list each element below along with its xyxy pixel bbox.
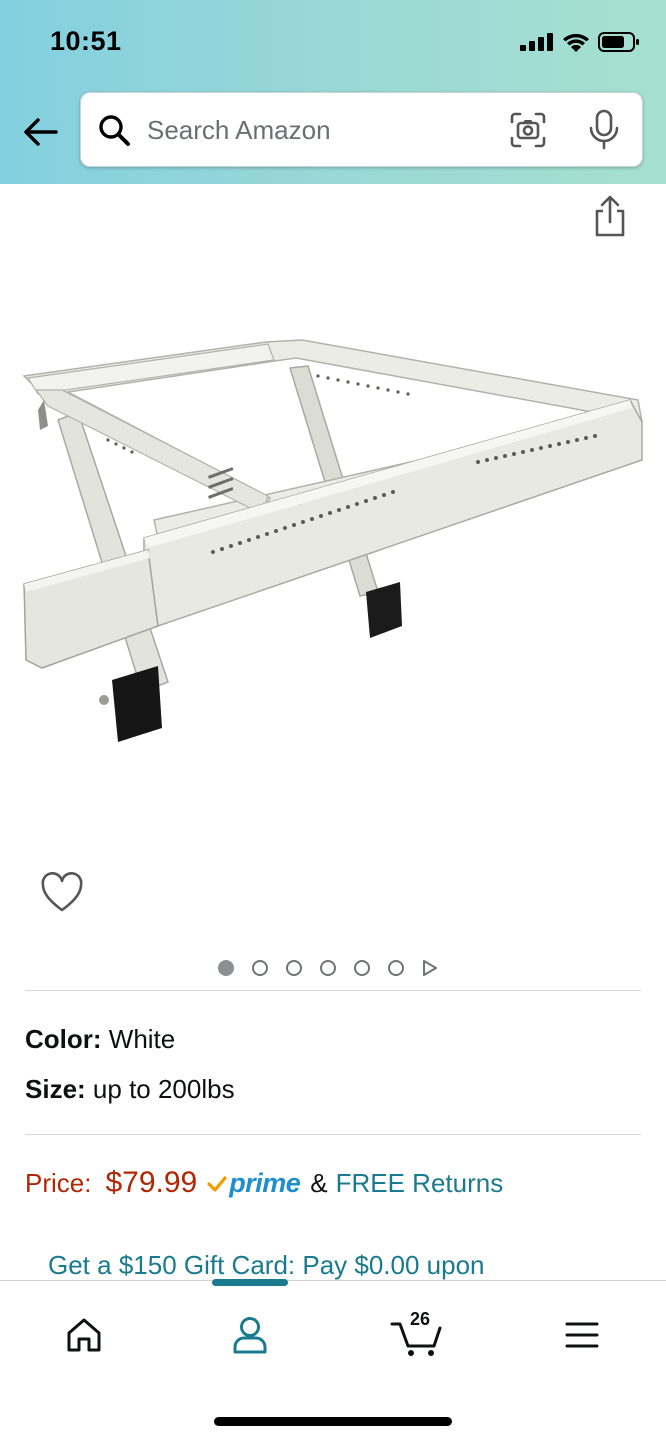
- search-bar[interactable]: [80, 92, 643, 167]
- video-play-icon[interactable]: [422, 959, 438, 977]
- carousel-dot[interactable]: [388, 960, 404, 976]
- product-image[interactable]: [18, 330, 648, 750]
- size-row: Size: up to 200lbs: [25, 1074, 235, 1105]
- image-carousel-dots[interactable]: [218, 958, 438, 978]
- divider: [25, 1134, 641, 1135]
- divider: [25, 990, 641, 991]
- tab-cart[interactable]: 26: [386, 1309, 446, 1361]
- search-input[interactable]: [147, 111, 477, 149]
- back-button[interactable]: [20, 112, 60, 152]
- active-tab-indicator: [212, 1279, 288, 1286]
- color-row: Color: White: [25, 1024, 175, 1055]
- tab-menu[interactable]: [552, 1309, 612, 1361]
- carousel-dot[interactable]: [252, 960, 268, 976]
- person-icon: [233, 1317, 267, 1354]
- price-value: $79.99: [105, 1166, 198, 1199]
- size-label: Size:: [25, 1074, 86, 1104]
- header: 10:51: [0, 0, 666, 184]
- camera-icon[interactable]: [509, 111, 547, 149]
- share-icon[interactable]: [590, 194, 630, 238]
- carousel-dot[interactable]: [218, 960, 234, 976]
- cart-count-badge: 26: [410, 1309, 431, 1329]
- microphone-icon[interactable]: [587, 109, 621, 151]
- size-value: up to 200lbs: [92, 1074, 235, 1104]
- carousel-dot[interactable]: [320, 960, 336, 976]
- carousel-dot[interactable]: [286, 960, 302, 976]
- heart-icon[interactable]: [40, 872, 84, 914]
- status-bar: 10:51: [0, 0, 666, 84]
- free-returns-link[interactable]: FREE Returns: [336, 1168, 504, 1199]
- prime-badge: prime: [207, 1168, 301, 1199]
- tab-home[interactable]: [54, 1309, 114, 1361]
- status-time: 10:51: [50, 26, 122, 56]
- gift-card-offer-link[interactable]: Get a $150 Gift Card: Pay $0.00 upon: [48, 1250, 485, 1281]
- ampersand: &: [310, 1168, 328, 1198]
- prime-text: prime: [229, 1168, 301, 1198]
- home-indicator: [214, 1417, 452, 1426]
- search-icon: [99, 115, 130, 146]
- carousel-dot[interactable]: [354, 960, 370, 976]
- menu-icon: [565, 1322, 599, 1348]
- battery-icon: [598, 32, 639, 52]
- bottom-tab-bar: 26: [0, 1279, 666, 1440]
- arrow-left-icon: [24, 118, 58, 146]
- wifi-icon: [563, 33, 589, 52]
- home-icon: [67, 1318, 101, 1352]
- prime-check-icon: [207, 1176, 227, 1192]
- price-label: Price:: [25, 1168, 92, 1198]
- tab-account[interactable]: [220, 1309, 280, 1361]
- signal-icon: [520, 33, 553, 51]
- color-label: Color:: [25, 1024, 102, 1054]
- color-value: White: [108, 1024, 176, 1054]
- price-row: Price: $79.99 prime & FREE Returns: [25, 1166, 503, 1200]
